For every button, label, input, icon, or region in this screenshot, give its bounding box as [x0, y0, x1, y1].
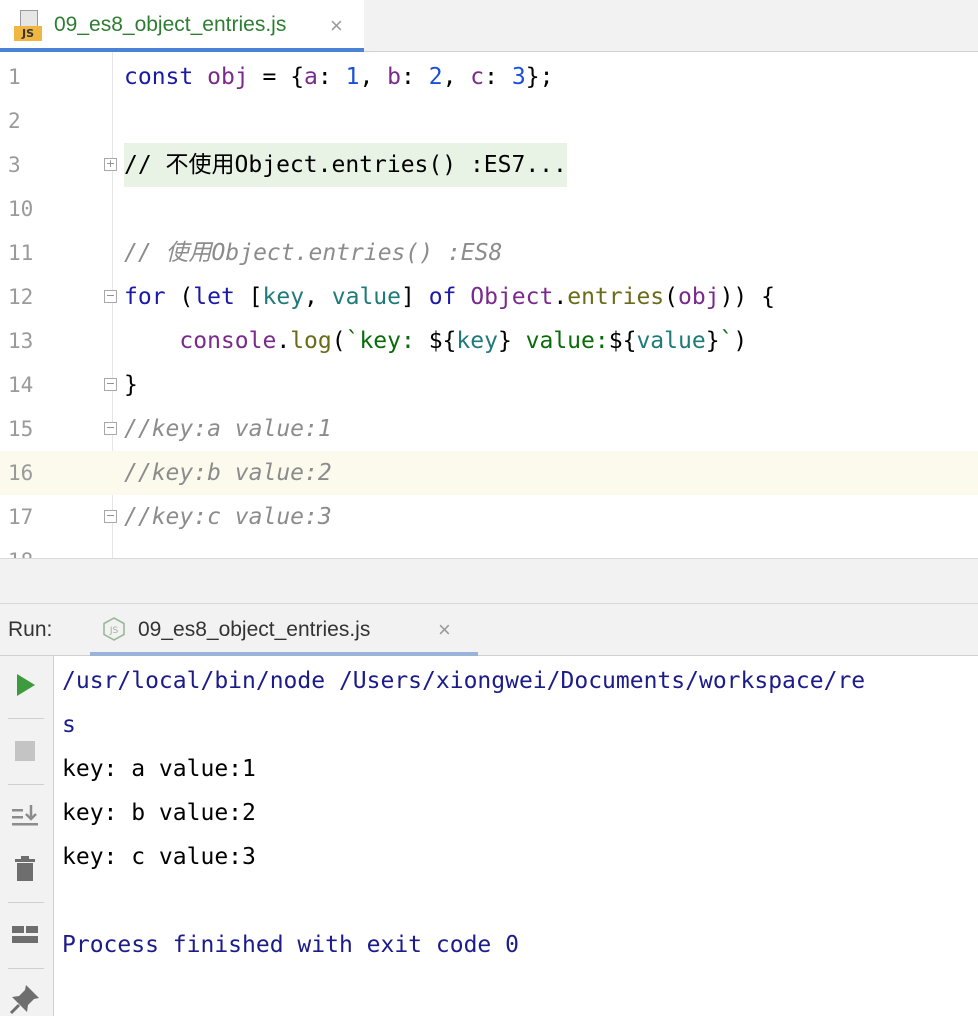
- code-comment: //key:a value:1: [124, 416, 332, 442]
- console-output-line: key: b value:2: [62, 800, 256, 826]
- run-tab-label: 09_es8_object_entries.js: [138, 618, 371, 641]
- svg-text:JS: JS: [109, 626, 119, 636]
- line-number: 11: [8, 241, 34, 265]
- line-number: 3: [8, 153, 21, 177]
- code-comment: //key:c value:3: [124, 504, 332, 530]
- line-number: 13: [8, 329, 34, 353]
- run-tab[interactable]: JS 09_es8_object_entries.js ×: [90, 604, 478, 656]
- console-output[interactable]: /usr/local/bin/node /Users/xiongwei/Docu…: [54, 656, 978, 1016]
- code-text: console.log(`key: ${key} value:${value}`…: [179, 328, 748, 354]
- console-output-line: key: c value:3: [62, 844, 256, 870]
- editor-tab-bar: JS 09_es8_object_entries.js ×: [0, 0, 978, 52]
- code-line: 15 − //key:a value:1: [0, 407, 978, 451]
- code-text: const obj = {a: 1, b: 2, c: 3};: [124, 64, 554, 90]
- line-number: 16: [8, 461, 34, 485]
- line-number: 18: [0, 539, 48, 558]
- code-text: for (let [key, value] of Object.entries(…: [124, 284, 775, 310]
- scroll-to-end-icon[interactable]: [8, 800, 42, 834]
- line-number: 15: [8, 417, 34, 441]
- js-file-icon: JS: [14, 10, 44, 41]
- toolbar-divider: [8, 784, 44, 785]
- fold-end-icon[interactable]: −: [104, 510, 117, 523]
- code-line: 18: [0, 539, 978, 558]
- code-comment: // 使用Object.entries() :ES8: [124, 240, 503, 266]
- toolbar-divider: [8, 902, 44, 903]
- line-number: 10: [8, 197, 34, 221]
- code-editor[interactable]: 1 const obj = {a: 1, b: 2, c: 3}; 2 3 + …: [0, 52, 978, 558]
- run-tab-bar: Run: JS 09_es8_object_entries.js ×: [0, 604, 978, 656]
- editor-tab-label: 09_es8_object_entries.js: [54, 13, 287, 36]
- close-icon[interactable]: ×: [438, 619, 451, 641]
- code-line: 3 + // 不使用Object.entries() :ES7...: [0, 143, 978, 187]
- console-command-wrap: s: [62, 712, 76, 738]
- console-exit-message: Process finished with exit code 0: [62, 932, 519, 958]
- code-line: 13 console.log(`key: ${key} value:${valu…: [0, 319, 978, 363]
- trash-icon[interactable]: [8, 852, 42, 886]
- fold-end-icon[interactable]: −: [104, 378, 117, 391]
- current-code-line: 16 //key:b value:2: [0, 451, 978, 495]
- run-panel-label: Run:: [8, 618, 53, 641]
- run-icon[interactable]: [8, 668, 42, 702]
- line-number: 12: [8, 285, 34, 309]
- panel-splitter[interactable]: [0, 558, 978, 604]
- pin-icon[interactable]: [8, 982, 42, 1016]
- line-number: 17: [8, 505, 34, 529]
- nodejs-icon: JS: [103, 617, 125, 641]
- fold-expand-icon[interactable]: +: [104, 158, 117, 171]
- code-line: 14 − }: [0, 363, 978, 407]
- folded-region[interactable]: // 不使用Object.entries() :ES7...: [124, 143, 567, 187]
- code-line: 10: [0, 187, 978, 231]
- close-icon[interactable]: ×: [330, 15, 343, 37]
- console-output-line: key: a value:1: [62, 756, 256, 782]
- console-command-line: /usr/local/bin/node /Users/xiongwei/Docu…: [62, 668, 866, 694]
- code-line: 2: [0, 99, 978, 143]
- editor-tab[interactable]: JS 09_es8_object_entries.js ×: [0, 0, 364, 52]
- fold-collapse-icon[interactable]: −: [104, 290, 117, 303]
- toolbar-divider: [8, 718, 44, 719]
- line-number: 14: [8, 373, 34, 397]
- code-line: 1 const obj = {a: 1, b: 2, c: 3};: [0, 55, 978, 99]
- layout-icon[interactable]: [8, 918, 42, 952]
- toolbar-divider: [8, 968, 44, 969]
- fold-collapse-icon[interactable]: −: [104, 422, 117, 435]
- code-line: 11 // 使用Object.entries() :ES8: [0, 231, 978, 275]
- stop-icon[interactable]: [8, 734, 42, 768]
- code-comment: //key:b value:2: [124, 460, 332, 486]
- code-line: 12 − for (let [key, value] of Object.ent…: [0, 275, 978, 319]
- line-number: 2: [8, 109, 21, 133]
- run-toolbar: [0, 656, 54, 1016]
- line-number: 1: [8, 65, 21, 89]
- code-line: 17 − //key:c value:3: [0, 495, 978, 539]
- code-text: }: [124, 372, 138, 398]
